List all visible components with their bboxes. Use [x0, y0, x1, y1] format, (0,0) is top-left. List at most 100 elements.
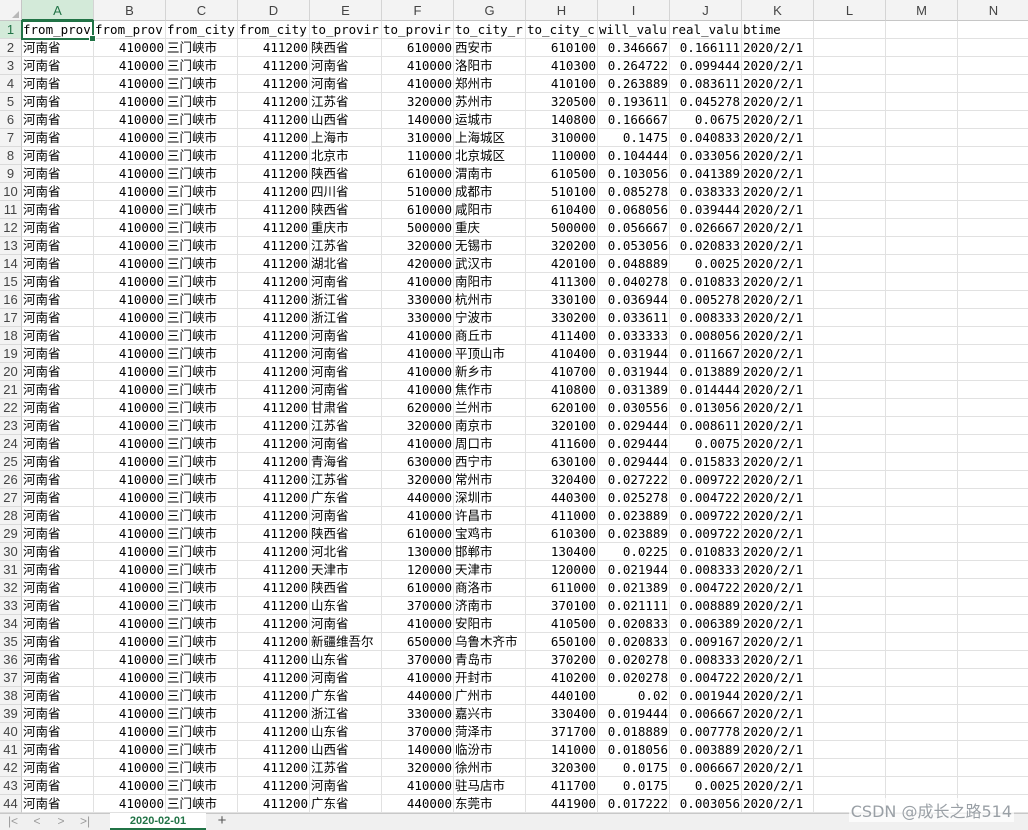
table-cell[interactable]: 三门峡市	[166, 291, 238, 309]
table-cell[interactable]: 0.019444	[598, 705, 670, 723]
table-cell[interactable]: 西宁市	[454, 453, 526, 471]
table-cell[interactable]	[958, 129, 1028, 147]
table-cell[interactable]: 周口市	[454, 435, 526, 453]
table-cell[interactable]	[886, 615, 958, 633]
table-cell[interactable]: 三门峡市	[166, 777, 238, 795]
table-cell[interactable]: 江苏省	[310, 471, 382, 489]
table-cell[interactable]: 411200	[238, 327, 310, 345]
table-cell[interactable]: 410000	[94, 291, 166, 309]
table-cell[interactable]: 许昌市	[454, 507, 526, 525]
table-cell[interactable]: 三门峡市	[166, 723, 238, 741]
table-cell[interactable]: 0.045278	[670, 93, 742, 111]
table-cell[interactable]	[958, 273, 1028, 291]
table-cell[interactable]: 河南省	[22, 795, 94, 813]
table-cell[interactable]: 三门峡市	[166, 543, 238, 561]
table-cell[interactable]: 0.023889	[598, 525, 670, 543]
row-header[interactable]: 19	[0, 345, 22, 363]
table-cell[interactable]: 0.009722	[670, 525, 742, 543]
column-header-b[interactable]: B	[94, 0, 166, 21]
table-cell[interactable]	[958, 489, 1028, 507]
table-cell[interactable]: 三门峡市	[166, 237, 238, 255]
table-cell[interactable]: 河南省	[310, 381, 382, 399]
table-cell[interactable]: 2020/2/1	[742, 795, 814, 813]
table-cell[interactable]: 610000	[382, 165, 454, 183]
table-cell[interactable]: 2020/2/1	[742, 39, 814, 57]
table-cell[interactable]	[886, 219, 958, 237]
table-cell[interactable]	[814, 777, 886, 795]
table-cell[interactable]	[886, 381, 958, 399]
table-cell[interactable]: 0.264722	[598, 57, 670, 75]
table-cell[interactable]: 610400	[526, 201, 598, 219]
column-header-e[interactable]: E	[310, 0, 382, 21]
table-cell[interactable]: 河南省	[22, 291, 94, 309]
table-cell[interactable]	[886, 255, 958, 273]
table-cell[interactable]: 山东省	[310, 597, 382, 615]
table-cell[interactable]: 天津市	[454, 561, 526, 579]
table-cell[interactable]: 410300	[526, 57, 598, 75]
table-cell[interactable]: 140000	[382, 741, 454, 759]
table-cell[interactable]	[814, 651, 886, 669]
table-cell[interactable]	[886, 597, 958, 615]
table-cell[interactable]: 410000	[382, 507, 454, 525]
table-cell[interactable]: 610300	[526, 525, 598, 543]
table-cell[interactable]: 2020/2/1	[742, 723, 814, 741]
table-cell[interactable]: 2020/2/1	[742, 453, 814, 471]
table-cell[interactable]	[814, 291, 886, 309]
table-cell[interactable]: 320200	[526, 237, 598, 255]
table-cell[interactable]: 410000	[94, 399, 166, 417]
table-cell[interactable]: 河南省	[22, 777, 94, 795]
table-cell[interactable]: 411200	[238, 795, 310, 813]
row-header[interactable]: 1	[0, 21, 22, 39]
table-cell[interactable]	[886, 687, 958, 705]
table-cell[interactable]: 河南省	[22, 201, 94, 219]
table-cell[interactable]	[886, 471, 958, 489]
table-cell[interactable]: 成都市	[454, 183, 526, 201]
table-cell[interactable]: 0.020278	[598, 651, 670, 669]
table-cell[interactable]: 411200	[238, 759, 310, 777]
table-cell[interactable]: 江苏省	[310, 93, 382, 111]
table-cell[interactable]: 2020/2/1	[742, 669, 814, 687]
header-cell[interactable]: to_provir	[310, 21, 382, 39]
row-header[interactable]: 39	[0, 705, 22, 723]
table-cell[interactable]	[814, 615, 886, 633]
table-cell[interactable]: 410800	[526, 381, 598, 399]
table-cell[interactable]	[958, 93, 1028, 111]
table-cell[interactable]: 徐州市	[454, 759, 526, 777]
table-cell[interactable]: 河南省	[310, 777, 382, 795]
table-cell[interactable]: 410000	[94, 705, 166, 723]
table-cell[interactable]: 河南省	[22, 687, 94, 705]
table-cell[interactable]: 411200	[238, 525, 310, 543]
table-cell[interactable]: 三门峡市	[166, 471, 238, 489]
table-cell[interactable]: 0.008333	[670, 561, 742, 579]
table-cell[interactable]: 411200	[238, 687, 310, 705]
table-cell[interactable]: 0.033611	[598, 309, 670, 327]
table-cell[interactable]: 320400	[526, 471, 598, 489]
table-cell[interactable]: 河南省	[22, 417, 94, 435]
table-cell[interactable]: 2020/2/1	[742, 201, 814, 219]
table-cell[interactable]	[886, 759, 958, 777]
table-cell[interactable]: 0.008056	[670, 327, 742, 345]
row-header[interactable]: 7	[0, 129, 22, 147]
table-cell[interactable]: 0.025278	[598, 489, 670, 507]
table-cell[interactable]	[958, 633, 1028, 651]
row-header[interactable]: 24	[0, 435, 22, 453]
table-cell[interactable]	[814, 399, 886, 417]
table-cell[interactable]: 0.048889	[598, 255, 670, 273]
table-cell[interactable]: 0.021389	[598, 579, 670, 597]
table-cell[interactable]	[958, 237, 1028, 255]
table-cell[interactable]: 0.036944	[598, 291, 670, 309]
table-cell[interactable]: 411200	[238, 453, 310, 471]
table-cell[interactable]: 0.029444	[598, 435, 670, 453]
row-header[interactable]: 32	[0, 579, 22, 597]
table-cell[interactable]: 0.029444	[598, 417, 670, 435]
table-cell[interactable]: 平顶山市	[454, 345, 526, 363]
table-cell[interactable]: 开封市	[454, 669, 526, 687]
table-cell[interactable]: 411200	[238, 597, 310, 615]
table-cell[interactable]: 411200	[238, 561, 310, 579]
table-cell[interactable]	[886, 633, 958, 651]
table-cell[interactable]: 0.004722	[670, 489, 742, 507]
column-header-l[interactable]: L	[814, 0, 886, 21]
table-cell[interactable]: 三门峡市	[166, 615, 238, 633]
table-cell[interactable]: 陕西省	[310, 579, 382, 597]
table-cell[interactable]: 410000	[94, 741, 166, 759]
